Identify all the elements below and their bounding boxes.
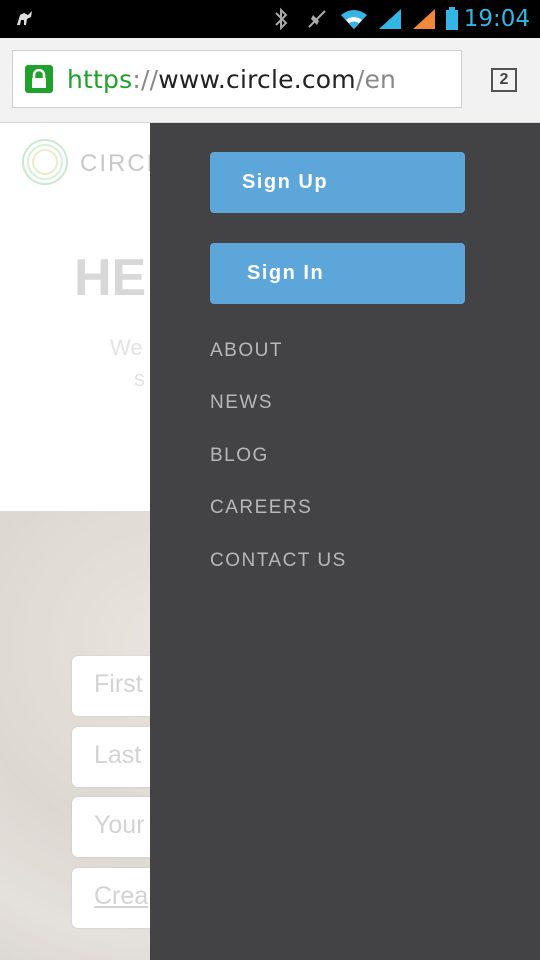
- android-icon: [14, 7, 36, 35]
- nav-item-about[interactable]: ABOUT: [210, 340, 283, 362]
- nav-item-careers[interactable]: CAREERS: [210, 497, 312, 519]
- url-scheme: https: [67, 64, 133, 94]
- url-text[interactable]: https://www.circle.com/en: [67, 65, 396, 94]
- lock-icon: [25, 65, 53, 93]
- url-host: www.circle.com: [158, 64, 356, 94]
- nav-item-contact-us[interactable]: CONTACT US: [210, 550, 347, 572]
- sign-up-button[interactable]: Sign Up: [210, 152, 465, 213]
- status-bar: 19:04: [0, 0, 540, 38]
- signal-icon-2: [410, 6, 438, 32]
- first-name-placeholder: First: [94, 670, 143, 698]
- last-name-placeholder: Last: [94, 741, 142, 769]
- clock: 19:04: [463, 6, 530, 32]
- email-placeholder: Your: [94, 811, 145, 839]
- bluetooth-icon: [270, 6, 292, 32]
- sign-in-button[interactable]: Sign In: [210, 243, 465, 304]
- tab-count-button[interactable]: 2: [491, 68, 517, 92]
- hero-title: HE: [74, 249, 147, 307]
- nav-item-blog[interactable]: BLOG: [210, 445, 269, 467]
- url-separator: ://: [132, 64, 159, 94]
- nav-drawer: Sign Up Sign In ABOUT NEWS BLOG CAREERS …: [150, 123, 540, 960]
- url-path: /en: [355, 64, 397, 94]
- password-placeholder: Crea: [94, 882, 149, 910]
- mute-icon: [304, 6, 330, 32]
- battery-icon: [444, 6, 460, 32]
- circle-logo-icon: [20, 137, 70, 192]
- hero-subtitle-line2: s: [134, 366, 145, 391]
- wifi-icon: [338, 6, 370, 32]
- signal-icon: [376, 6, 404, 32]
- nav-item-news[interactable]: NEWS: [210, 392, 273, 414]
- url-bar[interactable]: https://www.circle.com/en: [12, 50, 462, 108]
- browser-toolbar: https://www.circle.com/en 2: [0, 38, 540, 123]
- hero-subtitle-line1: We: [110, 335, 143, 360]
